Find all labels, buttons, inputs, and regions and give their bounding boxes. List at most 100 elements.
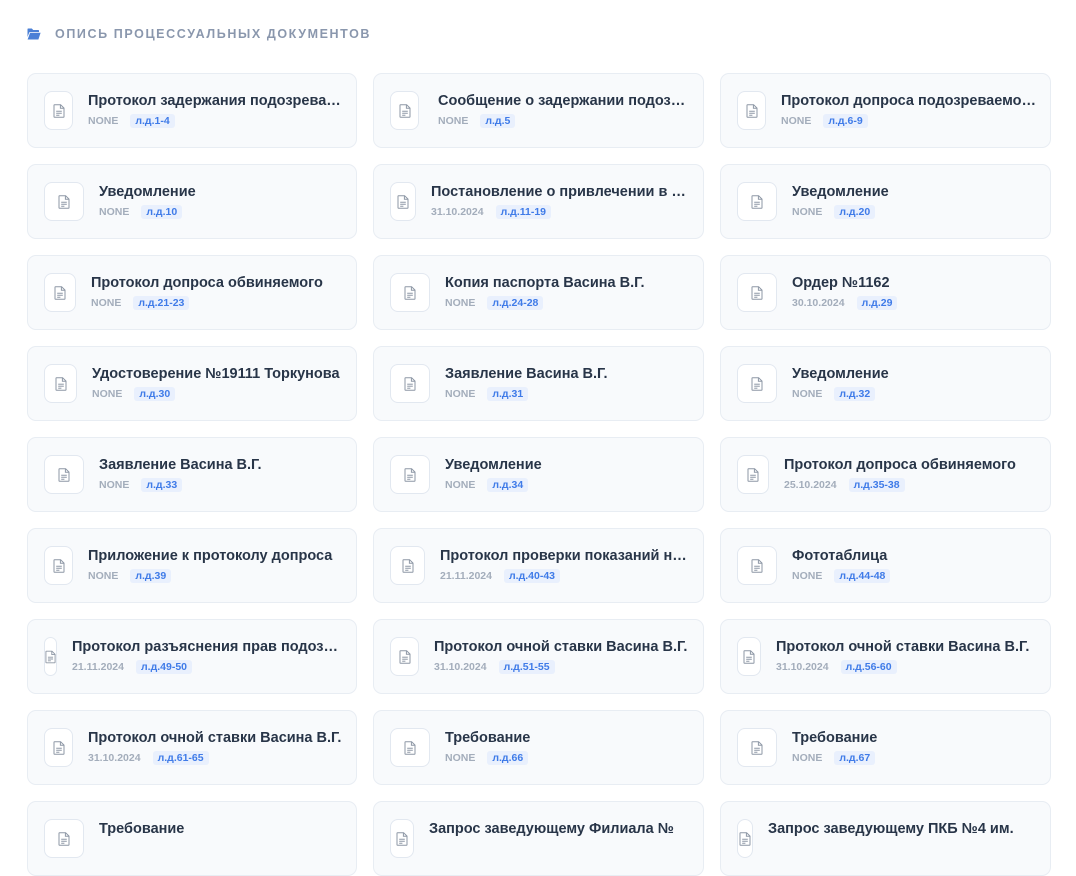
document-card[interactable]: Удостоверение №19111 Торкунова NONE л.д.3… xyxy=(27,346,357,421)
document-card[interactable]: Протокол допроса обвиняемого 25.10.2024 л… xyxy=(720,437,1051,512)
document-title: Уведомление xyxy=(99,184,196,200)
document-icon-box xyxy=(390,819,414,858)
document-title: Фототаблица xyxy=(792,548,888,564)
document-title: Протокол допроса обвиняемого xyxy=(91,275,323,291)
document-date: 25.10.2024 xyxy=(784,479,837,491)
document-title: Копия паспорта Васина В.Г. xyxy=(445,275,645,291)
document-date: NONE xyxy=(445,388,476,400)
document-icon xyxy=(55,376,66,391)
document-card[interactable]: Протокол очной ставки Васина В.Г. 31.10.… xyxy=(720,619,1051,694)
document-card[interactable]: Протокол задержания подозреваемого NONE л… xyxy=(27,73,357,148)
document-icon-box xyxy=(390,728,430,767)
document-icon-box xyxy=(737,182,777,221)
document-card[interactable]: Требование xyxy=(27,801,357,876)
document-title: Сообщение о задержании подозреваемого xyxy=(438,93,689,109)
document-title: Требование xyxy=(792,730,878,746)
document-title: Заявление Васина В.Г. xyxy=(99,457,262,473)
document-icon-box xyxy=(737,364,777,403)
document-icon xyxy=(751,558,763,573)
document-title: Заявление Васина В.Г. xyxy=(445,366,608,382)
document-pages-badge: л.д.31 xyxy=(487,387,529,401)
document-title: Постановление о привлечении в качестве о… xyxy=(431,184,689,200)
document-icon-box xyxy=(44,819,84,858)
document-card[interactable]: Заявление Васина В.Г. NONE л.д.31 xyxy=(373,346,704,421)
document-card[interactable]: Требование NONE л.д.66 xyxy=(373,710,704,785)
document-title: Запрос заведующему ПКБ №4 им. xyxy=(768,821,1014,837)
document-icon xyxy=(53,740,64,755)
document-date: NONE xyxy=(99,206,130,218)
document-card[interactable]: Протокол очной ставки Васина В.Г. 31.10.… xyxy=(373,619,704,694)
document-card[interactable]: Уведомление NONE л.д.20 xyxy=(720,164,1051,239)
document-icon-box xyxy=(737,455,769,494)
document-pages-badge: л.д.6-9 xyxy=(823,114,868,128)
document-icon xyxy=(404,467,416,482)
document-icon-box xyxy=(737,728,777,767)
document-card[interactable]: Заявление Васина В.Г. NONE л.д.33 xyxy=(27,437,357,512)
document-date: NONE xyxy=(445,752,476,764)
document-icon-box xyxy=(44,364,77,403)
document-card[interactable]: Запрос заведующему ПКБ №4 им. xyxy=(720,801,1051,876)
document-icon xyxy=(396,831,408,846)
document-card[interactable]: Уведомление NONE л.д.32 xyxy=(720,346,1051,421)
document-icon-box xyxy=(737,273,777,312)
document-date: NONE xyxy=(445,297,476,309)
document-icon xyxy=(58,194,70,209)
document-pages-badge: л.д.5 xyxy=(480,114,516,128)
document-pages-badge: л.д.20 xyxy=(834,205,876,219)
document-title: Протокол очной ставки Васина В.Г. xyxy=(776,639,1030,655)
document-title: Требование xyxy=(445,730,531,746)
document-card[interactable]: Протокол допроса обвиняемого NONE л.д.21-… xyxy=(27,255,357,330)
document-card[interactable]: Ордер №1162 30.10.2024 л.д.29 xyxy=(720,255,1051,330)
document-pages-badge: л.д.33 xyxy=(141,478,183,492)
document-date: NONE xyxy=(781,115,812,127)
document-card[interactable]: Постановление о привлечении в качестве о… xyxy=(373,164,704,239)
document-icon-box xyxy=(44,273,76,312)
document-title: Протокол задержания подозреваемого xyxy=(88,93,342,109)
document-date: NONE xyxy=(438,115,469,127)
document-icon xyxy=(397,194,409,209)
document-icon xyxy=(399,649,410,664)
document-icon xyxy=(399,103,410,118)
document-date: NONE xyxy=(92,388,123,400)
document-card[interactable]: Уведомление NONE л.д.34 xyxy=(373,437,704,512)
document-pages-badge: л.д.34 xyxy=(487,478,529,492)
document-icon xyxy=(58,831,70,846)
document-card[interactable]: Приложение к протоколу допроса NONE л.д.3… xyxy=(27,528,357,603)
document-date: 21.11.2024 xyxy=(440,570,492,582)
document-title: Удостоверение №19111 Торкунова xyxy=(92,366,340,382)
document-card[interactable]: Протокол разъяснения прав подозреваемому… xyxy=(27,619,357,694)
document-date: NONE xyxy=(88,570,119,582)
document-icon xyxy=(53,103,64,118)
document-pages-badge: л.д.66 xyxy=(487,751,529,765)
document-date: NONE xyxy=(792,570,823,582)
document-card[interactable]: Запрос заведующему Филиала № xyxy=(373,801,704,876)
document-date: NONE xyxy=(99,479,130,491)
document-card[interactable]: Уведомление NONE л.д.10 xyxy=(27,164,357,239)
document-title: Протокол допроса подозреваемого xyxy=(781,93,1036,109)
document-icon-box xyxy=(390,91,419,130)
document-title: Уведомление xyxy=(792,366,889,382)
document-pages-badge: л.д.1-4 xyxy=(130,114,175,128)
document-pages-badge: л.д.40-43 xyxy=(503,569,561,583)
document-icon xyxy=(751,376,763,391)
document-card[interactable]: Протокол проверки показаний на месте 21.… xyxy=(373,528,704,603)
document-date: NONE xyxy=(88,115,119,127)
document-title: Протокол разъяснения прав подозреваемому xyxy=(72,639,342,655)
document-icon xyxy=(739,831,751,846)
document-pages-badge: л.д.21-23 xyxy=(133,296,190,310)
document-card[interactable]: Фототаблица NONE л.д.44-48 xyxy=(720,528,1051,603)
document-date: 21.11.2024 xyxy=(72,661,124,673)
document-icon-box xyxy=(390,364,430,403)
document-card[interactable]: Сообщение о задержании подозреваемого NO… xyxy=(373,73,704,148)
document-card[interactable]: Требование NONE л.д.67 xyxy=(720,710,1051,785)
document-card[interactable]: Копия паспорта Васина В.Г. NONE л.д.24-28 xyxy=(373,255,704,330)
document-title: Уведомление xyxy=(445,457,542,473)
document-icon-box xyxy=(44,637,57,676)
document-pages-badge: л.д.32 xyxy=(834,387,876,401)
document-title: Протокол допроса обвиняемого xyxy=(784,457,1016,473)
document-card[interactable]: Протокол допроса подозреваемого NONE л.д.… xyxy=(720,73,1051,148)
document-date: 30.10.2024 xyxy=(792,297,845,309)
document-icon-box xyxy=(390,182,416,221)
document-title: Приложение к протоколу допроса xyxy=(88,548,333,564)
document-card[interactable]: Протокол очной ставки Васина В.Г. 31.10.… xyxy=(27,710,357,785)
